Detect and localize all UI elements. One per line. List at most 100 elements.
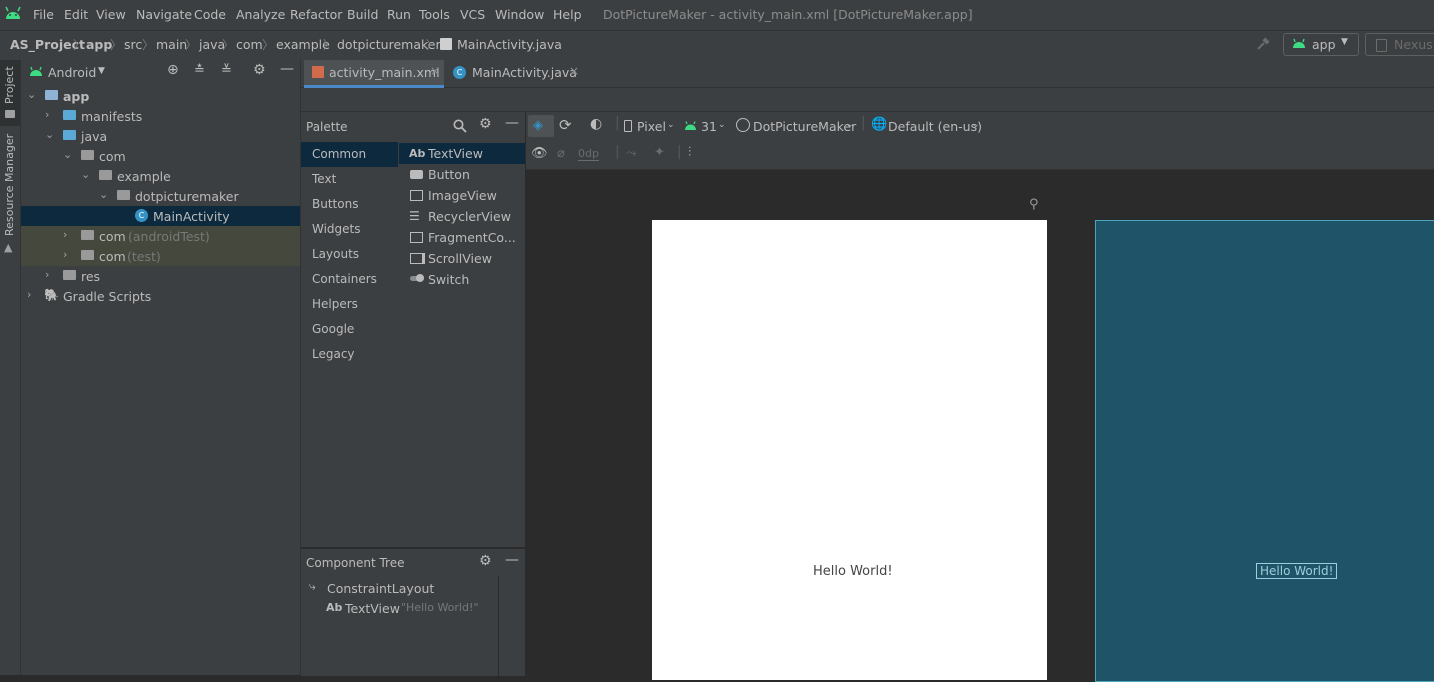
menu-analyze[interactable]: Analyze — [236, 7, 285, 22]
resource-manager-tool-tab[interactable]: Resource Manager ▲ — [0, 134, 20, 258]
chevron-down-icon[interactable]: ⌄ — [846, 120, 854, 130]
breadcrumb-app[interactable]: app — [86, 37, 112, 52]
palette-category-widgets[interactable]: Widgets — [301, 217, 398, 242]
breadcrumb-file[interactable]: MainActivity.java — [457, 37, 562, 52]
tab-activity-main-xml[interactable]: activity_main.xml × — [304, 60, 444, 88]
breadcrumb-src[interactable]: src — [124, 37, 142, 52]
minimize-icon[interactable]: — — [505, 552, 519, 568]
palette-item-textview[interactable]: Ab TextView — [399, 143, 525, 164]
menu-code[interactable]: Code — [194, 7, 226, 22]
clear-constraints-icon[interactable]: ⤳ — [626, 146, 636, 161]
theme-selector[interactable]: DotPictureMaker — [753, 119, 856, 134]
palette-item-recyclerview[interactable]: ☰ RecyclerView — [399, 206, 525, 227]
palette-title: Palette — [306, 120, 348, 134]
palette-category-legacy[interactable]: Legacy — [301, 342, 398, 367]
expand-all-icon[interactable]: ≛ — [194, 63, 205, 78]
gear-icon[interactable]: ⚙ — [253, 62, 266, 78]
component-constraintlayout[interactable]: ⤷ ConstraintLayout — [301, 578, 498, 598]
menu-window[interactable]: Window — [495, 7, 544, 22]
palette-item-button[interactable]: Button — [399, 164, 525, 185]
tree-item-app[interactable]: ⌄ app — [21, 86, 300, 106]
gear-icon[interactable]: ⚙ — [479, 553, 492, 569]
palette-category-common[interactable]: Common — [301, 142, 398, 167]
api-level-selector[interactable]: 31 — [701, 119, 717, 134]
tree-item-java[interactable]: ⌄ java — [21, 126, 300, 146]
breadcrumb-com[interactable]: com — [236, 37, 263, 52]
locate-file-icon[interactable]: ⊕ — [167, 62, 179, 78]
hello-world-blueprint[interactable]: Hello World! — [1256, 563, 1338, 579]
tree-item-dotpicturemaker[interactable]: ⌄ dotpicturemaker — [21, 186, 300, 206]
resize-handle-icon[interactable]: ⚲ — [1029, 197, 1039, 212]
palette-item-scrollview[interactable]: ScrollView — [399, 248, 525, 269]
component-tree-panel: Component Tree ⚙ — ⤷ ConstraintLayout Ab… — [301, 548, 526, 676]
device-dropdown[interactable]: Nexus 5 — [1365, 33, 1434, 56]
chevron-down-icon[interactable]: ⌄ — [972, 120, 980, 130]
design-preview-screen[interactable]: Hello World! — [652, 220, 1047, 680]
tree-item-res[interactable]: › res — [21, 266, 300, 286]
tree-item-gradle-scripts[interactable]: › 🐘 Gradle Scripts — [21, 286, 300, 306]
eye-icon[interactable]: 👁 — [531, 146, 548, 161]
tab-mainactivity-java[interactable]: C MainActivity.java × — [447, 60, 587, 85]
tree-item-mainactivity[interactable]: C MainActivity — [21, 206, 300, 226]
chevron-down-icon: ▼ — [1341, 37, 1348, 47]
project-tool-tab[interactable]: Project — [0, 60, 20, 126]
toolbar-separator: | — [861, 115, 866, 131]
menu-help[interactable]: Help — [553, 7, 582, 22]
gear-icon[interactable]: ⚙ — [479, 116, 492, 132]
orientation-icon[interactable]: ⟳ — [559, 116, 572, 134]
tree-item-manifests[interactable]: › manifests — [21, 106, 300, 126]
blueprint-preview-screen[interactable]: Hello World! — [1095, 220, 1434, 682]
default-margin-field[interactable]: 0dp — [578, 147, 599, 161]
menu-file[interactable]: File — [33, 7, 54, 22]
menu-bar: File Edit View Navigate Code Analyze Ref… — [0, 0, 1434, 30]
tree-item-com-androidtest[interactable]: › com (androidTest) — [21, 226, 300, 246]
palette-item-fragmentcontainer[interactable]: FragmentCo... — [399, 227, 525, 248]
editor-subtoolbar — [301, 88, 1434, 112]
palette-item-switch[interactable]: Switch — [399, 269, 525, 290]
close-icon[interactable]: × — [569, 64, 579, 78]
breadcrumb-example[interactable]: example — [276, 37, 330, 52]
design-canvas[interactable]: ⚲ Hello World! Hello World! — [526, 170, 1434, 682]
locale-selector[interactable]: Default (en-us) — [888, 119, 982, 134]
menu-tools[interactable]: Tools — [419, 7, 450, 22]
menu-edit[interactable]: Edit — [64, 7, 88, 22]
palette-category-text[interactable]: Text — [301, 167, 398, 192]
palette-category-buttons[interactable]: Buttons — [301, 192, 398, 217]
infer-constraints-icon[interactable]: ✦ — [654, 145, 665, 160]
menu-run[interactable]: Run — [387, 7, 411, 22]
component-textview[interactable]: Ab TextView "Hello World!" — [301, 598, 498, 618]
menu-view[interactable]: View — [96, 7, 126, 22]
chevron-down-icon[interactable]: ⌄ — [667, 120, 675, 130]
palette-category-containers[interactable]: Containers — [301, 267, 398, 292]
run-configuration-dropdown[interactable]: app ▼ — [1283, 33, 1359, 56]
tree-item-example[interactable]: ⌄ example — [21, 166, 300, 186]
hello-world-textview[interactable]: Hello World! — [813, 564, 893, 579]
chevron-down-icon[interactable]: ⌄ — [718, 120, 726, 130]
close-icon[interactable]: × — [430, 64, 440, 78]
minimize-icon[interactable]: — — [505, 115, 519, 131]
java-file-icon — [440, 38, 452, 50]
device-selector[interactable]: Pixel — [637, 119, 666, 134]
tree-item-com-test[interactable]: › com (test) — [21, 246, 300, 266]
chevron-down-icon[interactable]: ▼ — [98, 66, 105, 76]
minimize-icon[interactable]: — — [280, 61, 294, 77]
breadcrumb-main[interactable]: main — [156, 37, 187, 52]
hammer-icon[interactable] — [1255, 36, 1271, 52]
tree-item-com[interactable]: ⌄ com — [21, 146, 300, 166]
menu-build[interactable]: Build — [347, 7, 378, 22]
palette-category-google[interactable]: Google — [301, 317, 398, 342]
magnet-icon[interactable]: ⌀ — [557, 146, 565, 161]
collapse-all-icon[interactable]: ≚ — [221, 63, 232, 78]
guidelines-icon[interactable]: ⫶ — [688, 145, 691, 160]
search-icon[interactable] — [453, 119, 467, 133]
menu-refactor[interactable]: Refactor — [290, 7, 342, 22]
menu-vcs[interactable]: VCS — [460, 7, 485, 22]
palette-category-layouts[interactable]: Layouts — [301, 242, 398, 267]
night-mode-icon[interactable]: ◐ — [590, 116, 602, 132]
project-view-mode[interactable]: Android — [48, 65, 96, 80]
palette-item-imageview[interactable]: ImageView — [399, 185, 525, 206]
menu-navigate[interactable]: Navigate — [136, 7, 192, 22]
chevron-right-icon: › — [63, 228, 68, 241]
design-surface-button[interactable]: ◈ — [528, 115, 554, 137]
palette-category-helpers[interactable]: Helpers — [301, 292, 398, 317]
